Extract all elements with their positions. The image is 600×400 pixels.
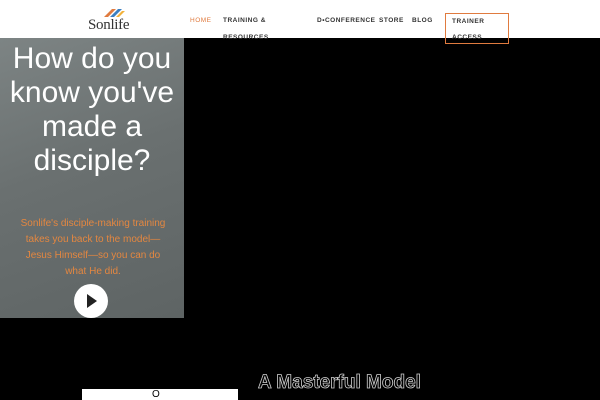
section-title: A Masterful Model — [258, 372, 422, 394]
play-icon — [87, 294, 97, 308]
site-header: Sonlife HOME TRAINING & RESOURCES D•CONF… — [0, 0, 600, 44]
nav-home[interactable]: HOME — [190, 17, 212, 24]
trainer-access-label-line2: ACCESS — [452, 34, 483, 41]
hero-panel: How do you know you've made a disciple? … — [0, 38, 184, 318]
hero-subtitle: Sonlife's disciple-making training takes… — [20, 218, 166, 277]
sonlife-logo[interactable]: Sonlife — [88, 8, 132, 33]
nav-training-resources[interactable]: TRAINING & — [223, 17, 266, 24]
strip-glyph: O — [152, 389, 160, 400]
play-video-button[interactable] — [74, 284, 108, 318]
trainer-access-label: TRAINER — [452, 18, 485, 25]
hero-title: How do you know you've made a disciple? — [9, 42, 175, 177]
nav-store[interactable]: STORE — [379, 17, 404, 24]
nav-dconference[interactable]: D•CONFERENCE — [317, 17, 375, 24]
nav-blog[interactable]: BLOG — [412, 17, 433, 24]
content-strip: O — [82, 389, 238, 400]
nav-training-resources-line2[interactable]: RESOURCES — [223, 34, 269, 41]
logo-text: Sonlife — [88, 17, 130, 33]
trainer-access-button[interactable]: TRAINER ACCESS — [445, 13, 509, 44]
